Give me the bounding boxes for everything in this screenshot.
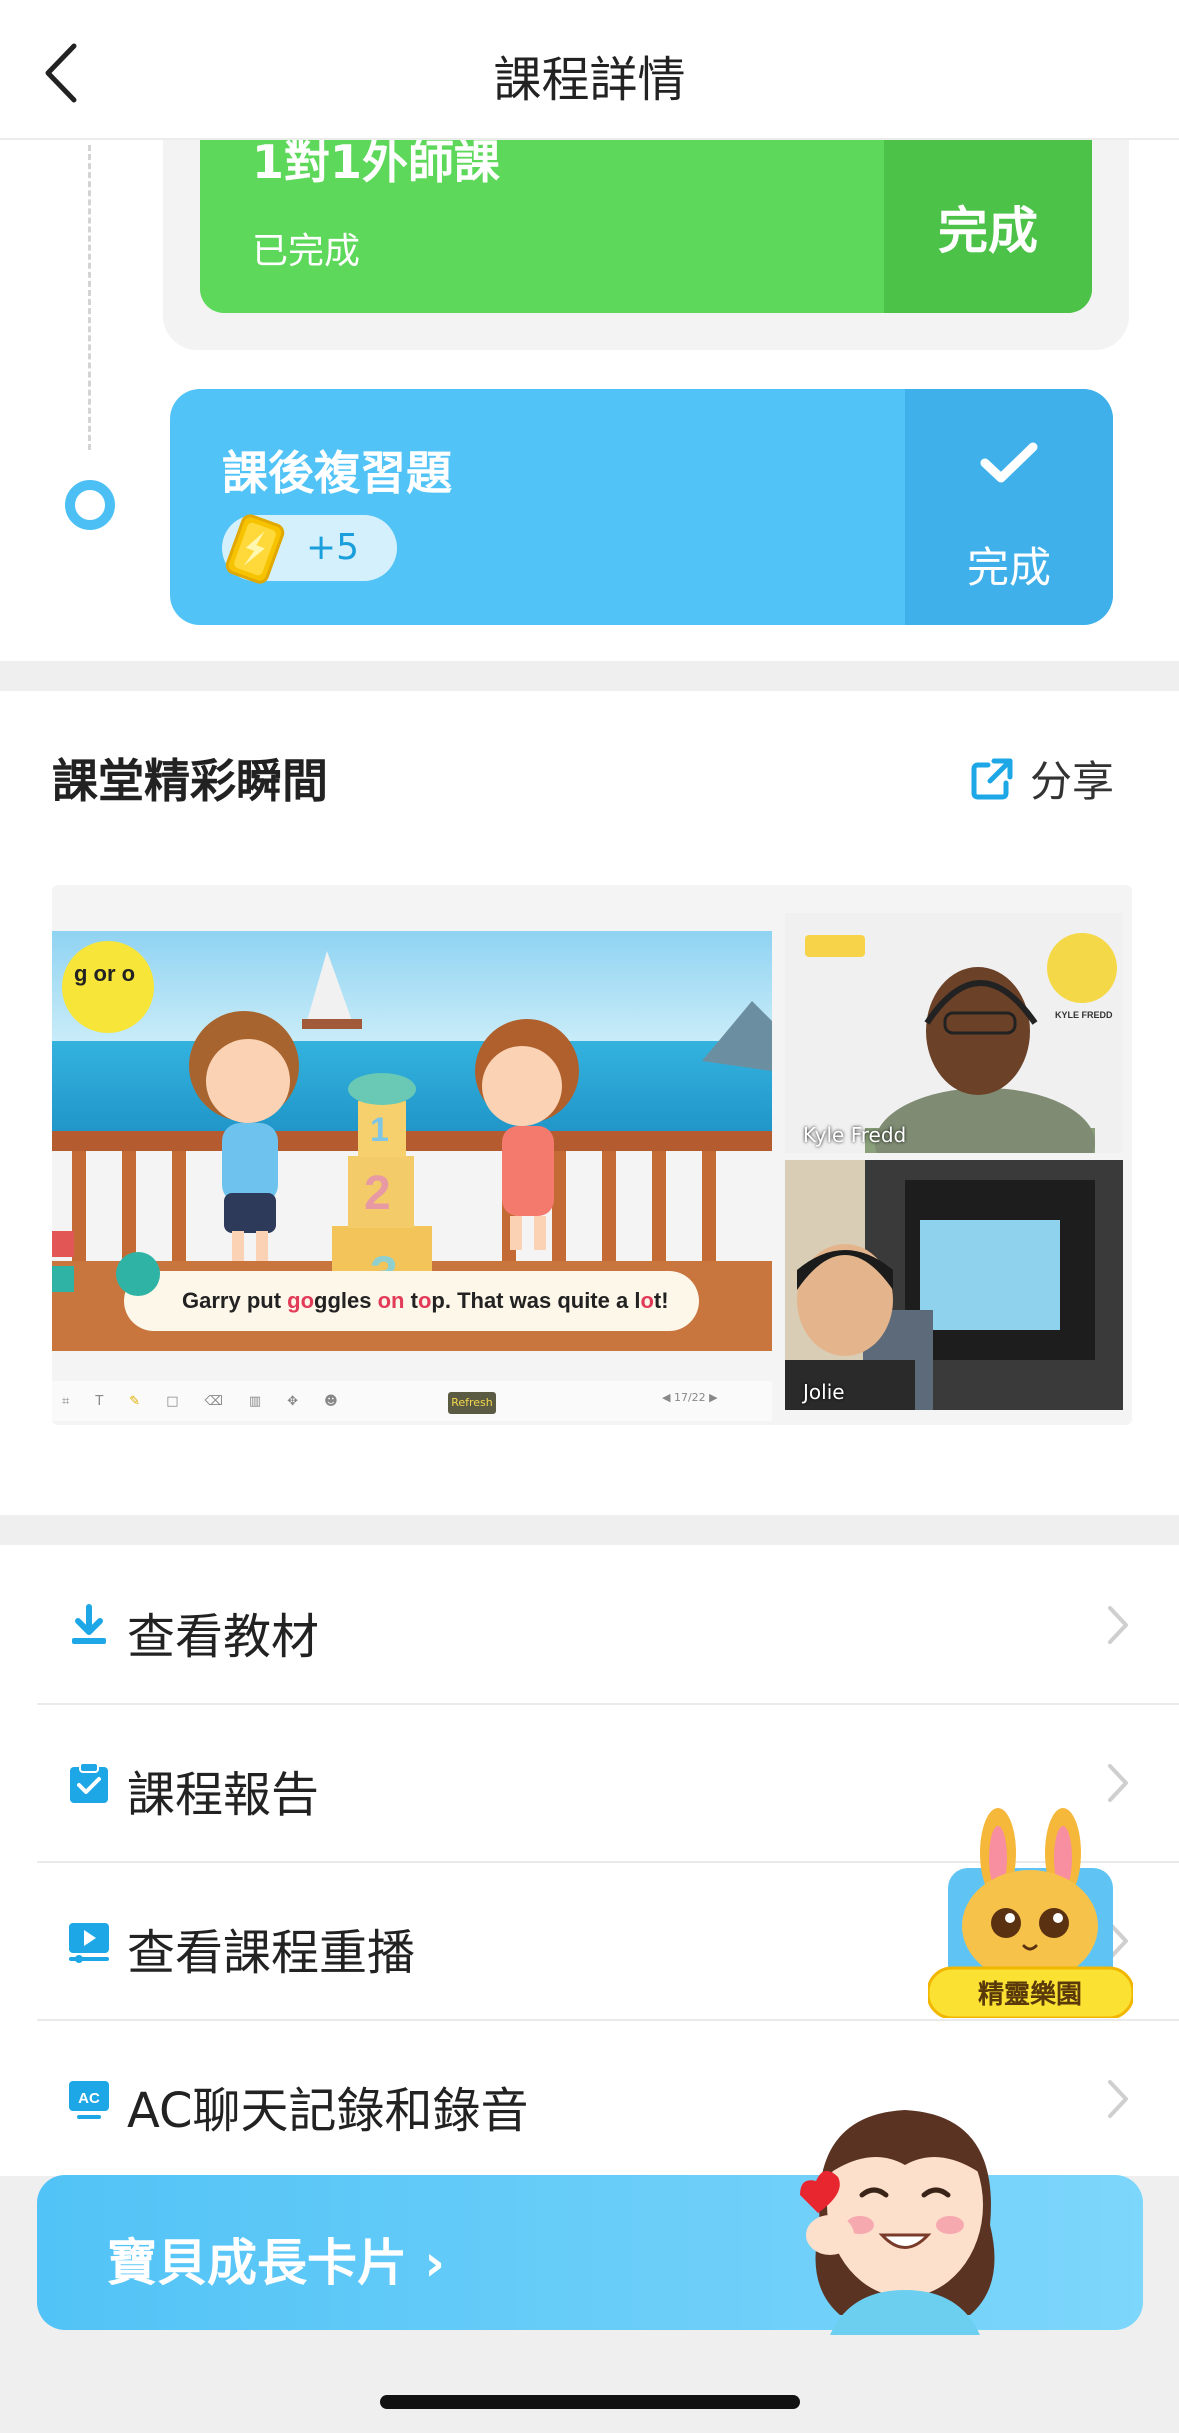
text-tool-icon[interactable]: T [95,1394,103,1409]
lesson-status: 已完成 [252,231,361,272]
timeline-dot [65,480,115,530]
refresh-button[interactable]: Refresh [448,1392,496,1414]
svg-text:1: 1 [370,1111,389,1149]
pen-tool-icon[interactable]: ✎ [129,1394,140,1409]
review-done-button[interactable]: 完成 [905,389,1113,625]
menu-item-label: 查看教材 [127,1609,320,1665]
download-icon [72,1604,106,1644]
svg-text:2: 2 [364,1167,391,1220]
highlights-title: 課堂精彩瞬間 [52,754,328,808]
chevron-right-icon [1108,2080,1128,2118]
menu-item-label: 課程報告 [127,1767,320,1823]
timeline-line [88,145,91,450]
user-icon[interactable]: ☻ [324,1394,338,1409]
student-video: Jolie [785,1160,1123,1410]
caption-highlight-2: on [378,1288,405,1313]
energy-coin-icon [225,514,285,584]
teacher-video-frame: KYLE FREDD [785,913,1123,1153]
crop-icon[interactable]: ⌗ [62,1394,69,1409]
checkmark-icon [980,442,1038,483]
eraser-icon[interactable]: ⌫ [204,1394,222,1409]
video-replay-icon [69,1923,109,1963]
caption-text-4: p. That was quite a l [431,1288,640,1313]
class-screenshot[interactable]: g or o 1 2 3 [52,885,1132,1425]
slide-pager: ◀ 17/22 ▶ [662,1391,718,1404]
teacher-banner: KYLE FREDD [1055,1010,1113,1020]
share-label: 分享 [1029,757,1114,806]
growth-card-text: 寶貝成長卡片 [107,2234,407,2292]
course-detail-page: 課程詳情 1對1外師課 已完成 完成 課後複習題 +5 完成 課堂精彩瞬間 分享… [0,0,1179,2433]
caption-text-1: Garry put [182,1288,287,1313]
caption-text-5: t! [654,1288,669,1313]
clipboard-check-icon [70,1762,108,1803]
lesson-slide: g or o 1 2 3 [52,931,772,1351]
shape-tool-icon[interactable]: □ [166,1394,178,1409]
mascot-label: 精靈樂園 [978,1979,1082,2010]
phonics-label: g or o [74,961,135,986]
girl-illustration [800,2110,995,2335]
student-video-frame [785,1160,1123,1410]
menu-item-label: 查看課程重播 [127,1925,416,1981]
ac-chat-icon: AC [69,2081,109,2119]
move-tool-icon[interactable]: ✥ [287,1394,298,1409]
caption-text-3: t [405,1288,419,1313]
review-title: 課後複習題 [222,446,452,500]
growth-card-label: 寶貝成長卡片 › [107,2234,446,2292]
section-divider [0,661,1179,691]
lesson-done-button[interactable]: 完成 [884,140,1092,313]
chevron-right-icon [1108,1764,1128,1802]
caption-highlight-4: o [640,1288,653,1313]
home-indicator [380,2395,800,2409]
teacher-name: Kyle Fredd [803,1123,907,1147]
svg-text:Garry put goggles on top. That: Garry put goggles on top. That was quite… [182,1288,669,1313]
nav-header: 課程詳情 [0,0,1179,140]
section-divider-2 [0,1515,1179,1545]
one-on-one-lesson-card[interactable]: 1對1外師課 已完成 完成 [200,140,1092,313]
elf-park-floating-button[interactable]: 精靈樂園 [926,1808,1135,2020]
slide-illustration: g or o 1 2 3 [52,931,772,1351]
share-button[interactable]: 分享 [970,748,1114,809]
caption-text-2: ggles [314,1288,378,1313]
slide-page-number: 17/22 [673,1391,706,1404]
caption-highlight-1: go [287,1288,314,1313]
review-done-label: 完成 [966,543,1051,592]
menu-item-materials[interactable]: 查看教材 [37,1547,1179,1705]
teacher-video: KYLE FREDD Kyle Fredd [785,913,1123,1153]
trash-icon[interactable]: ▥ [249,1394,261,1409]
student-name: Jolie [803,1380,845,1404]
lesson-title: 1對1外師課 [252,140,501,189]
coin-count: +5 [306,527,360,568]
review-exercise-card[interactable]: 課後複習題 +5 完成 [170,389,1113,625]
svg-text:AC: AC [78,2090,100,2107]
menu-item-label: AC聊天記錄和錄音 [127,2083,529,2139]
caption-highlight-3: o [418,1288,431,1313]
page-title: 課程詳情 [493,52,686,108]
share-icon [971,758,1013,799]
bunny-mascot-icon: 精靈樂園 [926,1808,1135,2020]
chevron-right-icon [1108,1606,1128,1644]
